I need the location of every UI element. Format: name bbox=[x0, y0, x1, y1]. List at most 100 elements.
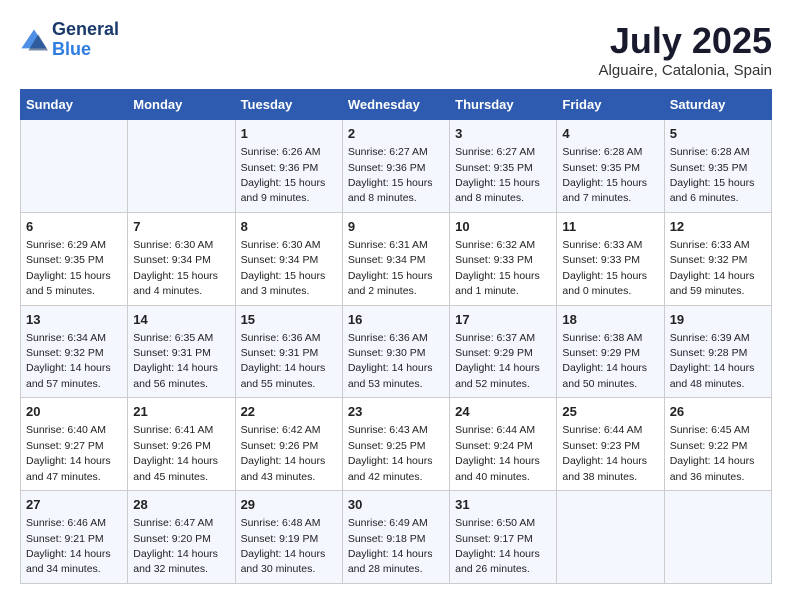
header-cell-wednesday: Wednesday bbox=[342, 90, 449, 120]
day-cell: 5 Sunrise: 6:28 AM Sunset: 9:35 PM Daylig… bbox=[664, 120, 771, 213]
day-cell: 18 Sunrise: 6:38 AM Sunset: 9:29 PM Dayli… bbox=[557, 305, 664, 398]
day-number: 21 bbox=[133, 403, 229, 421]
day-number: 28 bbox=[133, 496, 229, 514]
day-cell: 13 Sunrise: 6:34 AM Sunset: 9:32 PM Dayli… bbox=[21, 305, 128, 398]
calendar-table: SundayMondayTuesdayWednesdayThursdayFrid… bbox=[20, 89, 772, 584]
day-cell bbox=[664, 491, 771, 584]
day-cell: 21 Sunrise: 6:41 AM Sunset: 9:26 PM Dayli… bbox=[128, 398, 235, 491]
day-info: Sunrise: 6:27 AM Sunset: 9:35 PM Dayligh… bbox=[455, 146, 540, 204]
week-row-2: 6 Sunrise: 6:29 AM Sunset: 9:35 PM Daylig… bbox=[21, 212, 772, 305]
logo-blue: Blue bbox=[52, 40, 119, 60]
day-info: Sunrise: 6:34 AM Sunset: 9:32 PM Dayligh… bbox=[26, 332, 111, 390]
day-cell: 26Sunrise: 6:45 AM Sunset: 9:22 PM Dayli… bbox=[664, 398, 771, 491]
header-cell-sunday: Sunday bbox=[21, 90, 128, 120]
day-number: 26 bbox=[670, 403, 766, 421]
day-info: Sunrise: 6:47 AM Sunset: 9:20 PM Dayligh… bbox=[133, 517, 218, 575]
day-cell: 19 Sunrise: 6:39 AM Sunset: 9:28 PM Dayli… bbox=[664, 305, 771, 398]
day-number: 20 bbox=[26, 403, 122, 421]
day-number: 16 bbox=[348, 311, 444, 329]
day-info: Sunrise: 6:41 AM Sunset: 9:26 PM Dayligh… bbox=[133, 424, 218, 482]
day-number: 9 bbox=[348, 218, 444, 236]
day-info: Sunrise: 6:30 AM Sunset: 9:34 PM Dayligh… bbox=[241, 239, 326, 297]
day-cell: 29 Sunrise: 6:48 AM Sunset: 9:19 PM Dayli… bbox=[235, 491, 342, 584]
day-number: 4 bbox=[562, 125, 658, 143]
week-row-5: 27 Sunrise: 6:46 AM Sunset: 9:21 PM Dayli… bbox=[21, 491, 772, 584]
day-number: 17 bbox=[455, 311, 551, 329]
day-number: 27 bbox=[26, 496, 122, 514]
week-row-1: 1 Sunrise: 6:26 AM Sunset: 9:36 PM Daylig… bbox=[21, 120, 772, 213]
day-cell: 31 Sunrise: 6:50 AM Sunset: 9:17 PM Dayli… bbox=[450, 491, 557, 584]
header-cell-saturday: Saturday bbox=[664, 90, 771, 120]
day-info: Sunrise: 6:42 AM Sunset: 9:26 PM Dayligh… bbox=[241, 424, 326, 482]
day-number: 11 bbox=[562, 218, 658, 236]
day-info: Sunrise: 6:43 AM Sunset: 9:25 PM Dayligh… bbox=[348, 424, 433, 482]
day-number: 19 bbox=[670, 311, 766, 329]
day-info: Sunrise: 6:30 AM Sunset: 9:34 PM Dayligh… bbox=[133, 239, 218, 297]
day-cell: 1 Sunrise: 6:26 AM Sunset: 9:36 PM Daylig… bbox=[235, 120, 342, 213]
month-year-title: July 2025 bbox=[599, 20, 772, 62]
day-cell: 2 Sunrise: 6:27 AM Sunset: 9:36 PM Daylig… bbox=[342, 120, 449, 213]
day-cell: 17 Sunrise: 6:37 AM Sunset: 9:29 PM Dayli… bbox=[450, 305, 557, 398]
header-cell-monday: Monday bbox=[128, 90, 235, 120]
day-info: Sunrise: 6:37 AM Sunset: 9:29 PM Dayligh… bbox=[455, 332, 540, 390]
day-cell: 8Sunrise: 6:30 AM Sunset: 9:34 PM Daylig… bbox=[235, 212, 342, 305]
day-info: Sunrise: 6:46 AM Sunset: 9:21 PM Dayligh… bbox=[26, 517, 111, 575]
day-number: 18 bbox=[562, 311, 658, 329]
day-info: Sunrise: 6:33 AM Sunset: 9:33 PM Dayligh… bbox=[562, 239, 647, 297]
day-cell: 20 Sunrise: 6:40 AM Sunset: 9:27 PM Dayli… bbox=[21, 398, 128, 491]
logo-text: General Blue bbox=[52, 20, 119, 60]
day-cell: 15Sunrise: 6:36 AM Sunset: 9:31 PM Dayli… bbox=[235, 305, 342, 398]
day-cell: 9 Sunrise: 6:31 AM Sunset: 9:34 PM Daylig… bbox=[342, 212, 449, 305]
calendar-body: 1 Sunrise: 6:26 AM Sunset: 9:36 PM Daylig… bbox=[21, 120, 772, 584]
day-number: 6 bbox=[26, 218, 122, 236]
title-block: July 2025 Alguaire, Catalonia, Spain bbox=[599, 20, 772, 79]
day-info: Sunrise: 6:50 AM Sunset: 9:17 PM Dayligh… bbox=[455, 517, 540, 575]
day-number: 1 bbox=[241, 125, 337, 143]
day-info: Sunrise: 6:29 AM Sunset: 9:35 PM Dayligh… bbox=[26, 239, 111, 297]
location-subtitle: Alguaire, Catalonia, Spain bbox=[599, 62, 772, 79]
calendar-header: SundayMondayTuesdayWednesdayThursdayFrid… bbox=[21, 90, 772, 120]
day-info: Sunrise: 6:27 AM Sunset: 9:36 PM Dayligh… bbox=[348, 146, 433, 204]
day-cell: 30 Sunrise: 6:49 AM Sunset: 9:18 PM Dayli… bbox=[342, 491, 449, 584]
day-cell: 14Sunrise: 6:35 AM Sunset: 9:31 PM Dayli… bbox=[128, 305, 235, 398]
day-info: Sunrise: 6:48 AM Sunset: 9:19 PM Dayligh… bbox=[241, 517, 326, 575]
day-cell: 28 Sunrise: 6:47 AM Sunset: 9:20 PM Dayli… bbox=[128, 491, 235, 584]
day-number: 29 bbox=[241, 496, 337, 514]
day-cell bbox=[557, 491, 664, 584]
day-info: Sunrise: 6:31 AM Sunset: 9:34 PM Dayligh… bbox=[348, 239, 433, 297]
day-info: Sunrise: 6:28 AM Sunset: 9:35 PM Dayligh… bbox=[670, 146, 755, 204]
page-header: General Blue July 2025 Alguaire, Catalon… bbox=[20, 20, 772, 79]
logo-general: General bbox=[52, 20, 119, 40]
day-number: 13 bbox=[26, 311, 122, 329]
day-number: 2 bbox=[348, 125, 444, 143]
day-cell bbox=[128, 120, 235, 213]
day-info: Sunrise: 6:44 AM Sunset: 9:24 PM Dayligh… bbox=[455, 424, 540, 482]
day-cell: 11 Sunrise: 6:33 AM Sunset: 9:33 PM Dayli… bbox=[557, 212, 664, 305]
day-info: Sunrise: 6:49 AM Sunset: 9:18 PM Dayligh… bbox=[348, 517, 433, 575]
header-cell-tuesday: Tuesday bbox=[235, 90, 342, 120]
day-cell: 24Sunrise: 6:44 AM Sunset: 9:24 PM Dayli… bbox=[450, 398, 557, 491]
day-number: 30 bbox=[348, 496, 444, 514]
day-info: Sunrise: 6:39 AM Sunset: 9:28 PM Dayligh… bbox=[670, 332, 755, 390]
day-cell: 12 Sunrise: 6:33 AM Sunset: 9:32 PM Dayli… bbox=[664, 212, 771, 305]
day-cell: 22Sunrise: 6:42 AM Sunset: 9:26 PM Dayli… bbox=[235, 398, 342, 491]
day-number: 5 bbox=[670, 125, 766, 143]
day-number: 12 bbox=[670, 218, 766, 236]
week-row-3: 13 Sunrise: 6:34 AM Sunset: 9:32 PM Dayli… bbox=[21, 305, 772, 398]
day-number: 15 bbox=[241, 311, 337, 329]
day-info: Sunrise: 6:36 AM Sunset: 9:30 PM Dayligh… bbox=[348, 332, 433, 390]
day-info: Sunrise: 6:26 AM Sunset: 9:36 PM Dayligh… bbox=[241, 146, 326, 204]
day-info: Sunrise: 6:38 AM Sunset: 9:29 PM Dayligh… bbox=[562, 332, 647, 390]
day-number: 10 bbox=[455, 218, 551, 236]
day-number: 3 bbox=[455, 125, 551, 143]
day-cell: 6 Sunrise: 6:29 AM Sunset: 9:35 PM Daylig… bbox=[21, 212, 128, 305]
day-info: Sunrise: 6:33 AM Sunset: 9:32 PM Dayligh… bbox=[670, 239, 755, 297]
day-cell: 3 Sunrise: 6:27 AM Sunset: 9:35 PM Daylig… bbox=[450, 120, 557, 213]
day-cell: 16 Sunrise: 6:36 AM Sunset: 9:30 PM Dayli… bbox=[342, 305, 449, 398]
day-number: 31 bbox=[455, 496, 551, 514]
day-info: Sunrise: 6:40 AM Sunset: 9:27 PM Dayligh… bbox=[26, 424, 111, 482]
header-cell-friday: Friday bbox=[557, 90, 664, 120]
week-row-4: 20 Sunrise: 6:40 AM Sunset: 9:27 PM Dayli… bbox=[21, 398, 772, 491]
header-cell-thursday: Thursday bbox=[450, 90, 557, 120]
day-cell: 10Sunrise: 6:32 AM Sunset: 9:33 PM Dayli… bbox=[450, 212, 557, 305]
